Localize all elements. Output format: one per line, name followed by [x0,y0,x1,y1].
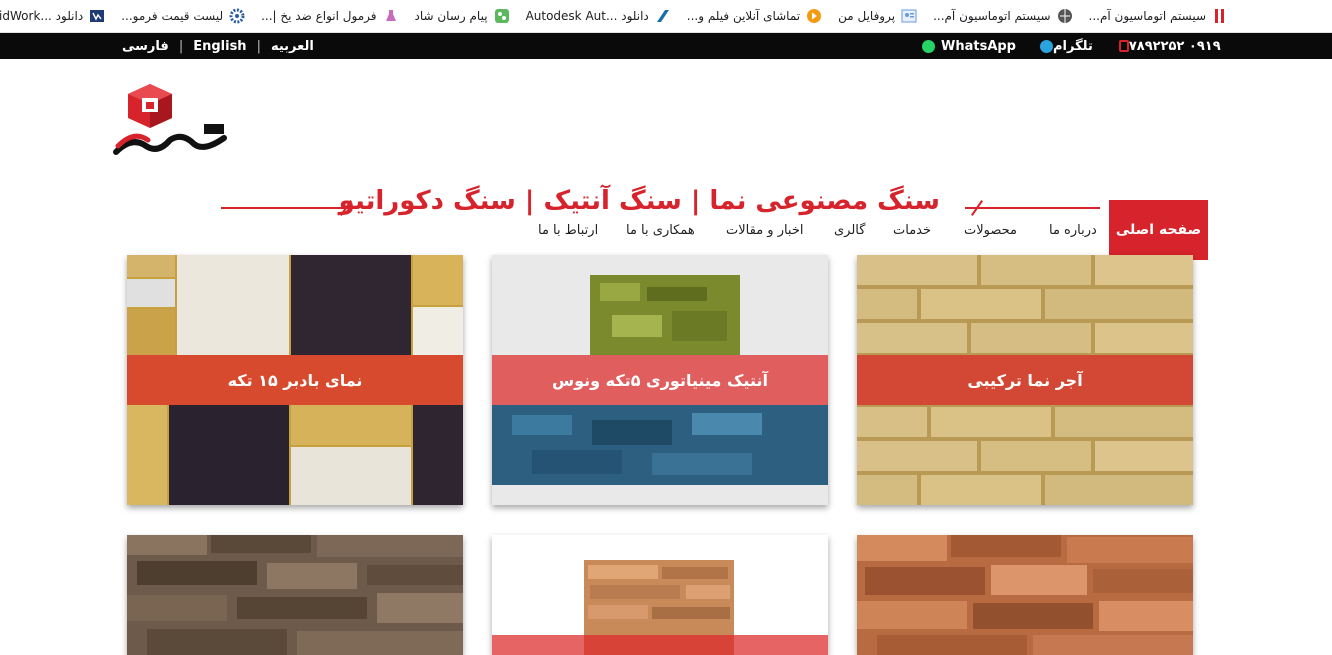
lang-english[interactable]: English [193,39,246,54]
whatsapp-link[interactable]: WhatsApp [922,39,1016,54]
bookmark-shad[interactable]: پیام رسان شاد [407,4,518,28]
nav-home[interactable]: صفحه اصلی [1109,200,1208,260]
flask-icon [383,8,399,24]
shad-icon [494,8,510,24]
red-bars-icon [1212,8,1228,24]
nav-about[interactable]: درباره ما [1049,200,1097,260]
telegram-icon [1040,39,1053,53]
bookmark-automation-2[interactable]: سیستم اتوماسیون آم... [925,4,1080,28]
autodesk-icon [655,8,671,24]
phone-icon [1118,40,1129,52]
whatsapp-icon [922,39,935,53]
bookmark-autodesk[interactable]: دانلود ...Autodesk Aut [518,4,679,28]
profile-icon [901,8,917,24]
product-card[interactable] [127,535,463,655]
phone-link[interactable]: ۰۹۱۹ ۷۸۹۲۲۵۲ [1111,39,1221,54]
page-title: سنگ مصنوعی نما | سنگ آنتیک | سنگ دکوراتی… [338,186,940,216]
lang-arabic[interactable]: العربيه [271,39,314,54]
product-card[interactable]: نمای بادبر ۱۵ تکه [127,255,463,505]
product-label: آجر نما ترکیبی [857,355,1193,405]
bookmark-automation-1[interactable]: سیستم اتوماسیون آم... [1081,4,1236,28]
product-label-band [492,635,828,655]
bookmarks-bar: سیستم اتوماسیون آم... سیستم اتوماسیون آم… [0,0,1332,33]
bookmark-profile[interactable]: پروفایل من [830,4,925,28]
product-card[interactable] [857,535,1193,655]
title-divider-right [965,207,1100,209]
gear-icon [229,8,245,24]
bookmark-movies[interactable]: تماشای آنلاین فیلم و... [679,4,830,28]
solidworks-icon [89,8,105,24]
product-label: نمای بادبر ۱۵ تکه [127,355,463,405]
top-contact-bar: WhatsApp تلگرام ۰۹۱۹ ۷۸۹۲۲۵۲ فارسی | Eng… [0,33,1332,59]
nav-products[interactable]: محصولات [964,200,1017,260]
title-divider-left [221,207,356,209]
site-logo[interactable] [112,80,230,160]
product-card[interactable]: آنتیک مینیاتوری ۵تکه ونوس [492,255,828,505]
telegram-link[interactable]: تلگرام [1034,39,1093,54]
product-card[interactable] [492,535,828,655]
bookmark-solidworks[interactable]: دانلود ...DS SolidWork [0,4,113,28]
product-image-slate [127,535,463,655]
product-image-redstone [857,535,1193,655]
contact-links: WhatsApp تلگرام ۰۹۱۹ ۷۸۹۲۲۵۲ [922,33,1239,59]
language-switcher: فارسی | English | العربيه [122,38,314,54]
bookmark-pricelist[interactable]: لیست قیمت فرمو... [113,4,253,28]
product-label: آنتیک مینیاتوری ۵تکه ونوس [492,355,828,405]
play-icon [806,8,822,24]
product-card[interactable]: آجر نما ترکیبی [857,255,1193,505]
globe-icon [1057,8,1073,24]
bookmark-antifreeze[interactable]: فرمول انواع ضد یخ |... [253,4,406,28]
lang-farsi[interactable]: فارسی [122,39,169,54]
